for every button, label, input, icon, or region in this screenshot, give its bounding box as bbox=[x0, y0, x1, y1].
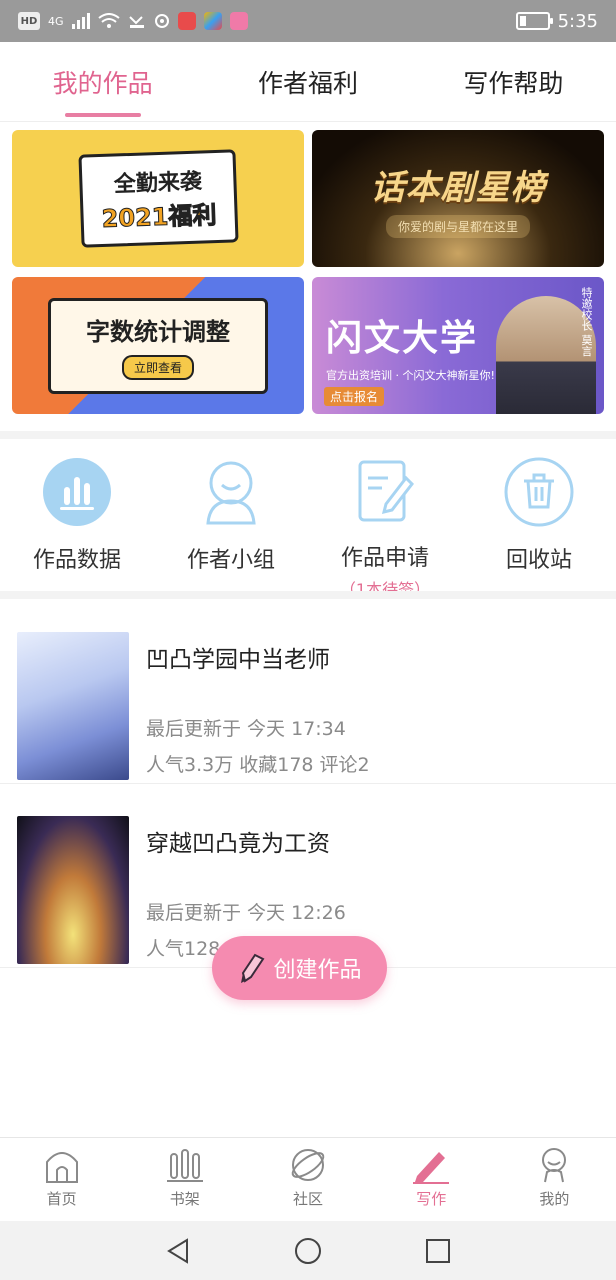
nav-label: 写作 bbox=[416, 1190, 447, 1208]
works-list: 凹凸学园中当老师 最后更新于 今天 17:34 人气3.3万 收藏178 评论2… bbox=[0, 600, 616, 968]
banner-star-ranking-subtitle: 你爱的剧与星都在这里 bbox=[385, 214, 530, 238]
banner-university-badge: 点击报名 bbox=[324, 387, 385, 406]
nav-profile[interactable]: 我的 bbox=[493, 1138, 616, 1221]
system-nav bbox=[0, 1221, 616, 1280]
missed-call-icon bbox=[128, 16, 144, 28]
banner-attendance-line2: 2021福利 bbox=[100, 200, 217, 233]
section-divider bbox=[0, 591, 616, 599]
person-icon bbox=[195, 456, 267, 528]
planet-icon bbox=[291, 1149, 325, 1181]
wifi-icon bbox=[97, 13, 120, 28]
banner-attendance-card: 全勤来袭 2021福利 bbox=[78, 149, 238, 248]
section-divider bbox=[0, 431, 616, 439]
banner-university-text: 闪文大学 官方出资培训 · 个闪文大神新星你! bbox=[326, 309, 495, 383]
banner-attendance-line1: 全勤来袭 bbox=[113, 169, 202, 198]
status-bar: HD 4G 5:35 bbox=[0, 0, 616, 42]
app-icon-pink bbox=[229, 12, 248, 30]
banner-university-side: 特邀校长 莫言 bbox=[580, 287, 593, 357]
work-updated: 最后更新于 今天 12:26 bbox=[146, 902, 346, 924]
work-item[interactable]: 凹凸学园中当老师 最后更新于 今天 17:34 人气3.3万 收藏178 评论2 bbox=[0, 600, 616, 784]
quick-actions: 作品数据 作者小组 作品申请 （1本待签） 回收站 bbox=[0, 440, 616, 599]
banner-word-count-title: 字数统计调整 bbox=[86, 317, 230, 346]
nav-label: 社区 bbox=[293, 1190, 324, 1208]
quick-action-label: 作品数据 bbox=[32, 548, 121, 573]
profile-icon bbox=[542, 1148, 567, 1183]
quick-action-label: 作者小组 bbox=[186, 548, 275, 573]
banner-university[interactable]: 闪文大学 官方出资培训 · 个闪文大神新星你! 特邀校长 莫言 点击报名 bbox=[312, 277, 604, 414]
quick-action-works-data[interactable]: 作品数据 bbox=[0, 440, 154, 590]
bookshelf-icon bbox=[166, 1149, 203, 1182]
hd-chip: HD bbox=[18, 12, 40, 30]
quick-action-work-apply[interactable]: 作品申请 （1本待签） bbox=[308, 440, 462, 599]
banner-word-count[interactable]: 字数统计调整 立即查看 bbox=[12, 277, 304, 414]
back-icon[interactable] bbox=[163, 1236, 193, 1266]
banner-attendance[interactable]: 全勤来袭 2021福利 bbox=[12, 130, 304, 267]
top-tabs: 我的作品 作者福利 写作帮助 bbox=[0, 42, 616, 122]
bar-chart-icon bbox=[41, 456, 113, 528]
pencil-icon bbox=[241, 953, 265, 983]
banner-star-ranking-title: 话本剧星榜 bbox=[370, 167, 546, 208]
quick-action-author-group[interactable]: 作者小组 bbox=[154, 440, 308, 590]
battery-icon bbox=[515, 12, 553, 30]
work-updated: 最后更新于 今天 17:34 bbox=[146, 718, 346, 740]
banner-word-count-card: 字数统计调整 立即查看 bbox=[48, 297, 268, 394]
sync-icon bbox=[154, 14, 169, 28]
bottom-nav: 首页 书架 社区 写作 我的 bbox=[0, 1137, 616, 1221]
banner-grid: 全勤来袭 2021福利 话本剧星榜 你爱的剧与星都在这里 字数统计调整 立即查看… bbox=[12, 130, 604, 414]
home-icon bbox=[45, 1152, 78, 1183]
quick-action-label: 作品申请 bbox=[340, 546, 429, 571]
trash-icon bbox=[503, 456, 575, 528]
clock: 5:35 bbox=[557, 10, 598, 32]
work-title: 穿越凹凸竟为工资 bbox=[146, 831, 330, 857]
banner-word-count-button: 立即查看 bbox=[121, 354, 194, 380]
work-cover bbox=[17, 632, 129, 780]
nav-home[interactable]: 首页 bbox=[0, 1138, 123, 1221]
tab-my-works[interactable]: 我的作品 bbox=[0, 42, 205, 121]
signal-icon bbox=[71, 13, 90, 29]
nav-label: 首页 bbox=[46, 1190, 77, 1208]
home-circle-icon[interactable] bbox=[293, 1236, 323, 1266]
quick-action-label: 回收站 bbox=[505, 548, 572, 573]
nav-community[interactable]: 社区 bbox=[246, 1138, 369, 1221]
app-icon-red bbox=[177, 12, 196, 30]
recents-icon[interactable] bbox=[423, 1236, 453, 1266]
work-stats: 人气3.3万 收藏178 评论2 bbox=[146, 754, 370, 776]
tab-writing-help[interactable]: 写作帮助 bbox=[411, 42, 616, 121]
create-work-button[interactable]: 创建作品 bbox=[212, 936, 387, 1000]
nav-bookshelf[interactable]: 书架 bbox=[123, 1138, 246, 1221]
quick-action-recycle-bin[interactable]: 回收站 bbox=[462, 440, 616, 590]
banner-university-title: 闪文大学 bbox=[326, 317, 479, 359]
network-label: 4G bbox=[48, 14, 64, 28]
tab-author-benefits[interactable]: 作者福利 bbox=[205, 42, 410, 121]
nav-label: 书架 bbox=[169, 1190, 200, 1208]
banner-star-ranking[interactable]: 话本剧星榜 你爱的剧与星都在这里 bbox=[312, 130, 604, 267]
edit-document-icon bbox=[349, 456, 421, 526]
nav-write[interactable]: 写作 bbox=[370, 1138, 493, 1221]
create-work-label: 创建作品 bbox=[273, 958, 362, 983]
app-icon-multi bbox=[203, 12, 222, 30]
work-cover bbox=[17, 816, 129, 964]
nav-label: 我的 bbox=[539, 1190, 570, 1208]
pen-icon bbox=[413, 1152, 450, 1184]
work-stats: 人气128 bbox=[146, 938, 221, 960]
banner-university-subtitle: 官方出资培训 · 个闪文大神新星你! bbox=[326, 368, 495, 382]
work-title: 凹凸学园中当老师 bbox=[146, 647, 330, 673]
